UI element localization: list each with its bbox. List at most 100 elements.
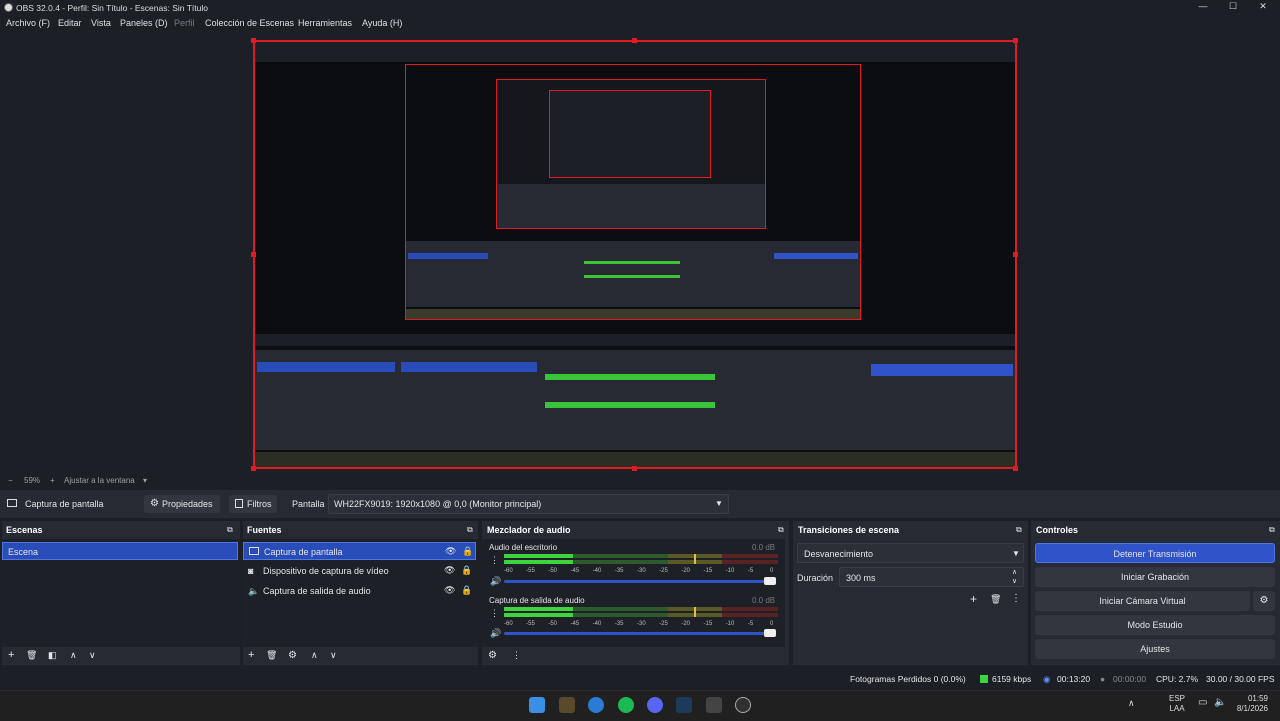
trash-icon[interactable]: 🗑 bbox=[266, 650, 277, 661]
preview-canvas[interactable] bbox=[253, 40, 1017, 469]
channel-menu-icon[interactable]: ⋮ bbox=[490, 608, 499, 619]
app-icon[interactable] bbox=[559, 697, 575, 713]
resize-handle[interactable] bbox=[1013, 38, 1018, 43]
menu-help[interactable]: Ayuda (H) bbox=[362, 18, 402, 28]
speaker-icon[interactable]: 🔊 bbox=[490, 628, 501, 639]
keyboard-language[interactable]: ESP LAA bbox=[1169, 694, 1185, 714]
transition-menu-icon[interactable]: ⋮ bbox=[1011, 593, 1021, 604]
resize-handle[interactable] bbox=[632, 466, 637, 471]
duration-spinbox[interactable]: 300 ms ∧ ∨ bbox=[839, 567, 1024, 587]
scene-filters-icon[interactable]: ◧ bbox=[48, 650, 57, 661]
network-icon[interactable]: ▭ bbox=[1198, 697, 1207, 708]
resize-handle[interactable] bbox=[251, 466, 256, 471]
meter-tick-label: -55 bbox=[526, 621, 535, 627]
filter-icon bbox=[235, 499, 243, 508]
source-item[interactable]: 🔈 Captura de salida de audio 👁 🔒 bbox=[243, 582, 476, 600]
start-recording-button[interactable]: Iniciar Grabación bbox=[1035, 567, 1275, 587]
properties-label: Propiedades bbox=[162, 499, 213, 509]
resize-handle[interactable] bbox=[632, 38, 637, 43]
volume-slider-handle[interactable] bbox=[764, 629, 776, 637]
mixer-settings-icon[interactable]: ⚙ bbox=[488, 650, 497, 661]
zoom-out-button[interactable]: − bbox=[8, 476, 13, 485]
add-source-button[interactable]: + bbox=[248, 649, 254, 661]
scene-item[interactable]: Escena bbox=[2, 542, 238, 560]
menu-edit[interactable]: Editar bbox=[58, 18, 82, 28]
fit-to-window-label[interactable]: Ajustar a la ventana bbox=[64, 476, 135, 485]
lock-icon[interactable]: 🔒 bbox=[461, 565, 472, 576]
sources-list: Captura de pantalla 👁 🔒 ◙ Dispositivo de… bbox=[243, 539, 478, 647]
gear-icon[interactable]: ⚙ bbox=[288, 650, 297, 661]
channel-menu-icon[interactable]: ⋮ bbox=[490, 555, 499, 566]
discord-icon[interactable] bbox=[647, 697, 663, 713]
resize-handle[interactable] bbox=[1013, 252, 1018, 257]
eye-icon[interactable]: 👁 bbox=[445, 546, 456, 557]
nested-meter bbox=[584, 275, 680, 278]
obs-taskbar-icon[interactable] bbox=[735, 697, 751, 713]
volume-slider[interactable] bbox=[504, 580, 766, 583]
virtual-camera-settings-icon[interactable]: ⚙ bbox=[1253, 591, 1275, 611]
minimize-button[interactable]: — bbox=[1188, 0, 1218, 14]
move-up-icon[interactable]: ∧ bbox=[70, 650, 77, 661]
stop-streaming-button[interactable]: Detener Transmisión bbox=[1035, 543, 1275, 563]
stream-icon: ◉ bbox=[1043, 674, 1051, 684]
lock-icon[interactable]: 🔒 bbox=[461, 585, 472, 596]
resize-handle[interactable] bbox=[1013, 466, 1018, 471]
mixer-menu-icon[interactable]: ⋮ bbox=[512, 650, 521, 661]
volume-icon[interactable]: 🔈 bbox=[1214, 697, 1226, 708]
resize-handle[interactable] bbox=[251, 38, 256, 43]
undock-icon[interactable]: ⧉ bbox=[467, 525, 473, 535]
undock-icon[interactable]: ⧉ bbox=[1269, 525, 1275, 535]
display-select[interactable]: WH22FX9019: 1920x1080 @ 0,0 (Monitor pri… bbox=[328, 494, 729, 514]
close-button[interactable]: ✕ bbox=[1248, 0, 1278, 14]
spin-down-icon[interactable]: ∨ bbox=[1012, 577, 1017, 585]
spotify-icon[interactable] bbox=[618, 697, 634, 713]
menu-profile[interactable]: Perfil bbox=[174, 18, 195, 28]
source-item[interactable]: ◙ Dispositivo de captura de vídeo 👁 🔒 bbox=[243, 562, 476, 580]
volume-meter bbox=[504, 554, 778, 566]
trash-icon[interactable]: 🗑 bbox=[26, 650, 37, 661]
display-select-value: WH22FX9019: 1920x1080 @ 0,0 (Monitor pri… bbox=[334, 499, 542, 509]
volume-slider-handle[interactable] bbox=[764, 577, 776, 585]
properties-button[interactable]: ⚙ Propiedades bbox=[144, 495, 220, 513]
lock-icon[interactable]: 🔒 bbox=[462, 546, 473, 557]
speaker-icon[interactable]: 🔊 bbox=[490, 576, 501, 587]
volume-slider[interactable] bbox=[504, 632, 766, 635]
maximize-button[interactable]: ☐ bbox=[1218, 0, 1248, 14]
zoom-in-button[interactable]: + bbox=[50, 476, 55, 485]
eye-icon[interactable]: 👁 bbox=[444, 565, 455, 576]
move-down-icon[interactable]: ∨ bbox=[330, 650, 337, 661]
tray-chevron-icon[interactable]: ∧ bbox=[1128, 698, 1135, 709]
menu-scene-collection[interactable]: Colección de Escenas bbox=[205, 18, 294, 28]
spin-up-icon[interactable]: ∧ bbox=[1012, 568, 1017, 576]
meter-tick-label: -40 bbox=[592, 568, 602, 574]
steam-icon[interactable] bbox=[676, 697, 692, 713]
menu-docks[interactable]: Paneles (D) bbox=[120, 18, 168, 28]
zoom-dropdown-icon[interactable]: ▾ bbox=[143, 476, 147, 485]
move-down-icon[interactable]: ∨ bbox=[89, 650, 96, 661]
scenes-dock: Escenas ⧉ Escena + 🗑 ◧ ∧ ∨ bbox=[2, 521, 240, 665]
add-transition-button[interactable]: + bbox=[970, 592, 977, 606]
terminal-icon[interactable] bbox=[706, 697, 722, 713]
source-item[interactable]: Captura de pantalla 👁 🔒 bbox=[243, 542, 476, 560]
clock[interactable]: 01:59 8/1/2026 bbox=[1230, 694, 1268, 714]
start-virtual-camera-button[interactable]: Iniciar Cámara Virtual bbox=[1035, 591, 1250, 611]
eye-icon[interactable]: 👁 bbox=[444, 585, 455, 596]
trash-icon[interactable]: 🗑 bbox=[990, 594, 1001, 605]
menu-view[interactable]: Vista bbox=[91, 18, 111, 28]
undock-icon[interactable]: ⧉ bbox=[227, 525, 233, 535]
windows-start-icon[interactable] bbox=[529, 697, 545, 713]
resize-handle[interactable] bbox=[251, 252, 256, 257]
meter-tick-label: -20 bbox=[681, 568, 690, 574]
studio-mode-button[interactable]: Modo Estudio bbox=[1035, 615, 1275, 635]
nested-preview-inner bbox=[496, 79, 766, 229]
settings-button[interactable]: Ajustes bbox=[1035, 639, 1275, 659]
browser-icon[interactable] bbox=[588, 697, 604, 713]
undock-icon[interactable]: ⧉ bbox=[1016, 525, 1022, 535]
move-up-icon[interactable]: ∧ bbox=[311, 650, 318, 661]
transition-select[interactable]: Desvanecimiento ▼ bbox=[797, 543, 1024, 563]
filters-button[interactable]: Filtros bbox=[229, 495, 277, 513]
menu-tools[interactable]: Herramientas bbox=[298, 18, 352, 28]
add-scene-button[interactable]: + bbox=[8, 649, 14, 661]
menu-file[interactable]: Archivo (F) bbox=[6, 18, 50, 28]
undock-icon[interactable]: ⧉ bbox=[778, 525, 784, 535]
